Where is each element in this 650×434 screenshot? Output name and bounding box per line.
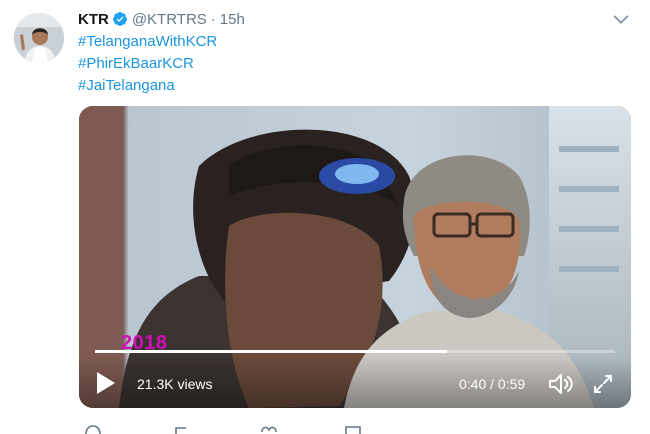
progress-bar[interactable] [95,350,615,353]
chevron-down-icon[interactable] [610,9,632,31]
progress-fill [95,350,448,353]
verified-badge-icon [112,12,127,26]
like-icon[interactable] [260,424,278,434]
message-icon[interactable] [344,424,362,434]
view-count: 21.3K views [137,376,213,392]
hashtag-link[interactable]: #TelanganaWithKCR [78,31,217,53]
video-controls: 21.3K views 0:40 / 0:59 [79,356,631,408]
fullscreen-icon[interactable] [591,372,615,396]
tweet-header: KTR @KTRTRS · 15h [78,9,245,29]
avatar-image [14,13,64,63]
avatar[interactable] [14,13,64,63]
hashtag-link[interactable]: #JaiTelangana [78,75,217,97]
tweet: KTR @KTRTRS · 15h #TelanganaWithKCR #Phi… [0,0,650,434]
hashtag-link[interactable]: #PhirEkBaarKCR [78,53,217,75]
tweet-text: #TelanganaWithKCR #PhirEkBaarKCR #JaiTel… [78,31,217,97]
author-name[interactable]: KTR [78,11,109,28]
play-icon[interactable] [95,370,117,396]
separator-dot: · [210,10,216,28]
retweet-icon[interactable] [174,424,192,434]
video-player[interactable]: 2018 21.3K views 0:40 / 0:59 [79,106,631,408]
timecode: 0:40 / 0:59 [459,376,526,392]
volume-icon[interactable] [547,372,579,396]
tweet-actions [78,418,578,434]
author-handle[interactable]: @KTRTRS [132,11,207,28]
timestamp[interactable]: 15h [220,11,245,28]
reply-icon[interactable] [84,424,102,434]
